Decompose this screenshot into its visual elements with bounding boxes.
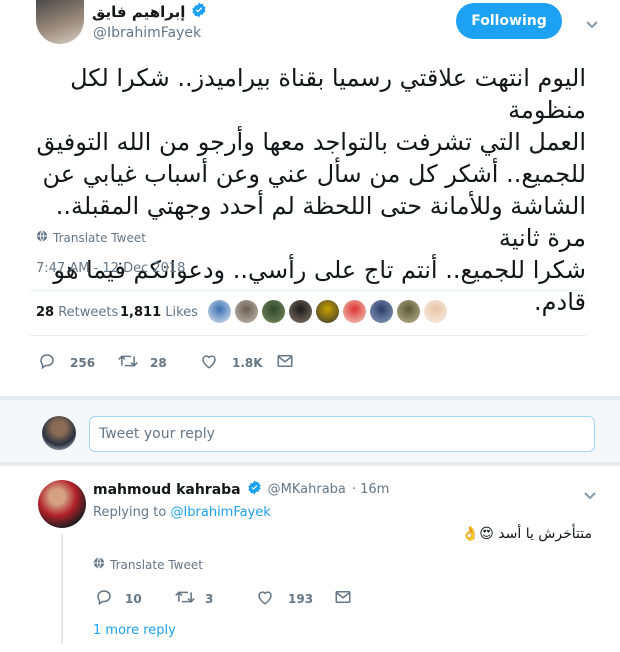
divider [30, 335, 586, 336]
tweet-text-line: العمل التي تشرفت بالتواجد معها وأرجو من … [36, 128, 586, 156]
reply-input[interactable]: Tweet your reply [89, 416, 595, 452]
liker-avatar[interactable] [316, 300, 339, 323]
dm-icon [276, 352, 294, 373]
liker-avatar[interactable] [262, 300, 285, 323]
likers-avatars[interactable] [208, 300, 447, 323]
retweets-count: 28 [36, 305, 55, 320]
retweet-count: 3 [205, 591, 214, 606]
likes-stat[interactable]: 1,811 Likes [120, 305, 198, 320]
reply-icon [38, 352, 56, 373]
tweet-text-line: اليوم انتهت علاقتي رسميا بقناة بيراميدز.… [70, 64, 586, 124]
likes-count: 1,811 [120, 305, 162, 320]
reply-action[interactable]: 256 [38, 352, 95, 373]
like-icon [256, 588, 274, 609]
globe-icon [36, 230, 48, 245]
liker-avatar[interactable] [208, 300, 231, 323]
liker-avatar[interactable] [424, 300, 447, 323]
dm-icon [334, 588, 352, 609]
like-count: 1.8K [232, 355, 263, 370]
retweet-icon [175, 588, 195, 609]
reply-reply-action[interactable]: 10 [95, 588, 142, 609]
translate-tweet-link[interactable]: Translate Tweet [36, 230, 146, 245]
replying-prefix: Replying to [93, 505, 167, 520]
reply-text: متتأخرش يا أسد 😍👌 [461, 526, 592, 542]
verified-badge-icon [247, 480, 262, 499]
retweets-stat[interactable]: 28 Retweets [36, 305, 118, 320]
liker-avatar[interactable] [370, 300, 393, 323]
like-action[interactable]: 1.8K [200, 352, 263, 373]
verified-badge-icon [191, 2, 207, 22]
chevron-down-icon[interactable] [585, 15, 599, 34]
reply-header: mahmoud kahraba @MKahraba · 16m [93, 480, 389, 499]
author-name[interactable]: إبراهيم فايق [92, 3, 185, 21]
author-handle[interactable]: @IbrahimFayek [93, 25, 201, 41]
thread-line [61, 534, 63, 644]
like-icon [200, 352, 218, 373]
reply-count: 256 [70, 355, 96, 370]
retweets-label: Retweets [58, 305, 119, 320]
section-divider [0, 462, 620, 466]
author-avatar[interactable] [36, 0, 84, 44]
tweet-text: اليوم انتهت علاقتي رسميا بقناة بيراميدز.… [30, 62, 586, 318]
tweet-text-line: للجميع.. أشكر كل من سأل عني وعن أسباب غي… [42, 160, 586, 188]
retweet-icon [118, 352, 138, 373]
chevron-down-icon[interactable] [583, 486, 597, 505]
reply-author-handle[interactable]: @MKahraba [268, 482, 346, 497]
reply-dm-action[interactable] [334, 588, 352, 609]
reply-count: 10 [125, 591, 142, 606]
globe-icon [93, 557, 105, 572]
reply-author-avatar[interactable] [38, 480, 86, 528]
dm-action[interactable] [276, 352, 294, 373]
retweet-count: 28 [150, 355, 167, 370]
liker-avatar[interactable] [343, 300, 366, 323]
liker-avatar[interactable] [235, 300, 258, 323]
more-replies-link[interactable]: 1 more reply [93, 623, 176, 638]
likes-label: Likes [165, 305, 198, 320]
current-user-avatar[interactable] [42, 416, 76, 450]
liker-avatar[interactable] [289, 300, 312, 323]
divider [30, 290, 586, 291]
retweet-action[interactable]: 28 [118, 352, 167, 373]
replying-to-handle[interactable]: @IbrahimFayek [170, 505, 270, 520]
liker-avatar[interactable] [397, 300, 420, 323]
reply-icon [95, 588, 113, 609]
replying-to-line: Replying to @IbrahimFayek [93, 505, 271, 520]
following-button[interactable]: Following [456, 3, 562, 39]
tweet-timestamp[interactable]: 7:47 AM - 12 Dec 2018 [36, 261, 185, 276]
translate-label[interactable]: Translate Tweet [110, 558, 203, 572]
like-count: 193 [288, 591, 314, 606]
translate-tweet-link[interactable]: Translate Tweet [93, 557, 203, 572]
reply-time[interactable]: · 16m [352, 482, 389, 497]
reply-author-name[interactable]: mahmoud kahraba [93, 482, 241, 498]
reply-like-action[interactable]: 193 [256, 588, 313, 609]
translate-label[interactable]: Translate Tweet [53, 231, 146, 245]
author-name-row[interactable]: إبراهيم فايق [92, 2, 207, 22]
reply-retweet-action[interactable]: 3 [175, 588, 213, 609]
